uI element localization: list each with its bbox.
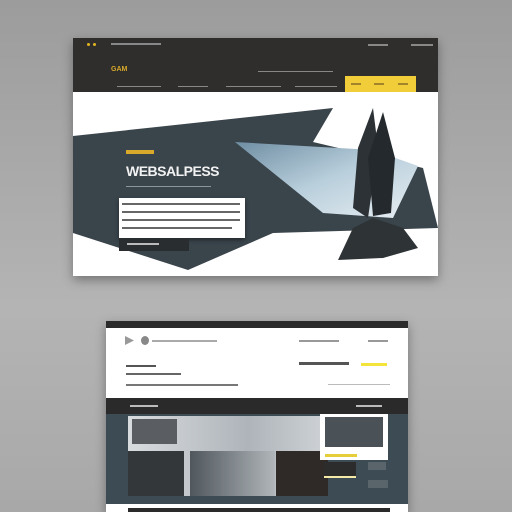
- hero-text-card: [119, 198, 245, 238]
- text-line: [122, 219, 240, 221]
- text-line: [122, 203, 240, 205]
- side-card: [320, 414, 388, 460]
- text-line: [328, 384, 390, 385]
- gallery-section: [106, 414, 408, 504]
- avatar: [141, 336, 149, 345]
- hero-tag: [126, 150, 154, 154]
- side-card-label: [325, 454, 357, 457]
- website-mockup-secondary: [106, 321, 408, 512]
- section-link[interactable]: [356, 405, 382, 407]
- section-title: [130, 405, 158, 407]
- website-mockup-desktop: GAM WEBSALPESS: [73, 38, 438, 276]
- nav-links[interactable]: [299, 340, 339, 342]
- gallery-thumb[interactable]: [190, 451, 275, 496]
- side-card-image[interactable]: [325, 417, 383, 447]
- site-title: [152, 340, 217, 342]
- nav-link[interactable]: [368, 340, 388, 342]
- browser-bar: [106, 321, 408, 328]
- gallery-thumb[interactable]: [132, 419, 177, 444]
- text-line: [122, 211, 240, 213]
- gallery-thumb[interactable]: [128, 451, 184, 496]
- text-line: [126, 384, 238, 386]
- hero-subtitle: [126, 186, 211, 187]
- text-line: [122, 227, 232, 229]
- hero-headline: WEBSALPESS: [126, 163, 220, 179]
- footer-bar: [128, 508, 390, 512]
- section-header: [106, 398, 408, 414]
- hero-cta-button[interactable]: [119, 238, 189, 251]
- feature-title: [299, 362, 349, 365]
- side-chip[interactable]: [368, 480, 388, 488]
- side-button[interactable]: [324, 462, 356, 476]
- heading-line: [126, 365, 156, 367]
- highlight-badge[interactable]: [361, 363, 387, 366]
- logo-icon: [125, 336, 134, 345]
- text-line: [126, 373, 181, 375]
- side-chip[interactable]: [368, 462, 386, 470]
- cta-label: [127, 243, 159, 245]
